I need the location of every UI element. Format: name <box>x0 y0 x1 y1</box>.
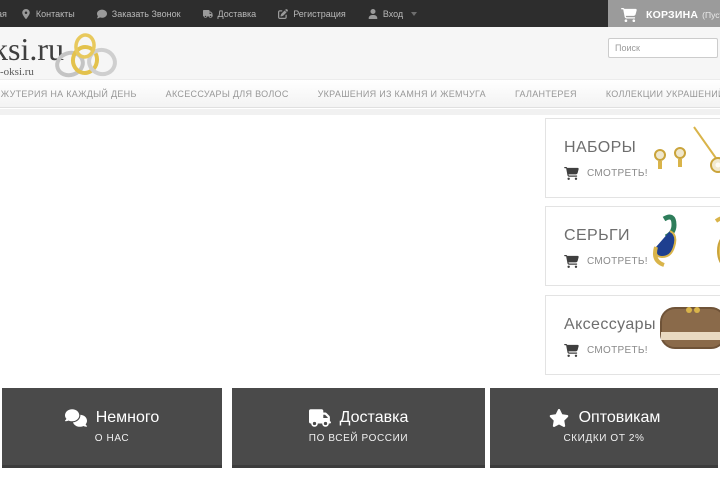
cart-label: КОРЗИНА <box>646 9 699 21</box>
topbar-item-label: Доставка <box>217 8 257 19</box>
feature-title: Оптовикам <box>578 409 661 426</box>
wedding-rings-image <box>52 32 122 82</box>
jewelry-set-image <box>646 125 720 193</box>
chevron-down-icon <box>411 11 418 16</box>
edit-pen-icon <box>278 8 289 19</box>
nav-item-hair-accessories[interactable]: АКСЕССУАРЫ ДЛЯ ВОЛОС <box>166 89 289 99</box>
cart-icon <box>621 8 637 22</box>
cart-icon <box>564 255 579 268</box>
topbar-item-label: Вход <box>382 8 404 19</box>
truck-icon <box>202 9 213 19</box>
card-view-link[interactable]: СМОТРЕТЬ! <box>564 167 648 180</box>
truck-icon <box>308 409 331 427</box>
nav-divider-strip <box>0 109 720 115</box>
card-view-link[interactable]: СМОТРЕТЬ! <box>564 344 648 357</box>
feature-delivery[interactable]: Доставка ПО ВСЕЙ РОССИИ <box>232 388 485 468</box>
feature-subtitle: СКИДКИ ОТ 2% <box>563 433 645 444</box>
nav-item-galantereya[interactable]: ГАЛАНТЕРЕЯ <box>515 89 577 99</box>
nav-item-stone-pearl[interactable]: УКРАШЕНИЯ ИЗ КАМНЯ И ЖЕМЧУГА <box>318 89 486 99</box>
feature-subtitle: О НАС <box>94 433 130 444</box>
feature-title: Доставка <box>339 409 409 426</box>
cart-icon <box>564 167 579 180</box>
feature-subtitle: ПО ВСЕЙ РОССИИ <box>308 433 409 444</box>
topbar-item-registration[interactable]: Регистрация <box>278 9 346 19</box>
card-title[interactable]: СЕРЬГИ <box>564 227 630 245</box>
card-title[interactable]: НАБОРЫ <box>564 139 636 157</box>
user-icon <box>368 8 378 19</box>
location-pin-icon <box>21 8 31 19</box>
nav-item-bizhuteriya[interactable]: ИЖУТЕРИЯ НА КАЖДЫЙ ДЕНЬ <box>0 89 137 99</box>
feature-wholesale[interactable]: Оптовикам СКИДКИ ОТ 2% <box>490 388 718 468</box>
feature-about[interactable]: Немного О НАС <box>2 388 222 468</box>
topbar-item-label: Контакты <box>35 8 75 19</box>
search-input[interactable] <box>608 38 718 58</box>
star-icon <box>548 409 570 427</box>
topbar-item-label: ая <box>0 8 7 19</box>
feature-title: Немного <box>95 409 160 426</box>
main-nav: ИЖУТЕРИЯ НА КАЖДЫЙ ДЕНЬ АКСЕССУАРЫ ДЛЯ В… <box>0 80 720 108</box>
clutch-bag-image <box>641 302 720 370</box>
topbar-item-label: Заказать Звонок <box>111 8 181 19</box>
comments-icon <box>64 409 87 427</box>
cart-status: (Пусто) <box>702 10 720 20</box>
sidebar-card-accessories: Аксессуары СМОТРЕТЬ! <box>545 295 720 375</box>
sidebar-card-earrings: СЕРЬГИ СМОТРЕТЬ! <box>545 206 720 286</box>
card-cta-label: СМОТРЕТЬ! <box>587 256 648 267</box>
topbar-item-request-call[interactable]: Заказать Звонок <box>96 8 181 19</box>
cart-button[interactable]: КОРЗИНА (Пусто) <box>608 0 720 30</box>
cart-icon <box>564 344 579 357</box>
topbar-item-home-cut[interactable]: ая <box>0 9 7 19</box>
card-cta-label: СМОТРЕТЬ! <box>587 168 648 179</box>
topbar-item-login[interactable]: Вход <box>368 8 418 19</box>
topbar-item-delivery[interactable]: Доставка <box>202 8 257 19</box>
chat-bubble-icon <box>96 9 107 19</box>
gold-earrings-image <box>646 213 720 281</box>
nav-item-collections[interactable]: КОЛЛЕКЦИИ УКРАШЕНИЙ <box>606 89 720 99</box>
topbar-item-contacts[interactable]: Контакты <box>21 8 75 19</box>
sidebar-card-sets: НАБОРЫ СМОТРЕТЬ! <box>545 118 720 198</box>
card-view-link[interactable]: СМОТРЕТЬ! <box>564 255 648 268</box>
header: ksi.ru -oksi.ru <box>0 27 720 80</box>
card-cta-label: СМОТРЕТЬ! <box>587 345 648 356</box>
topbar-item-label: Регистрация <box>293 8 346 19</box>
